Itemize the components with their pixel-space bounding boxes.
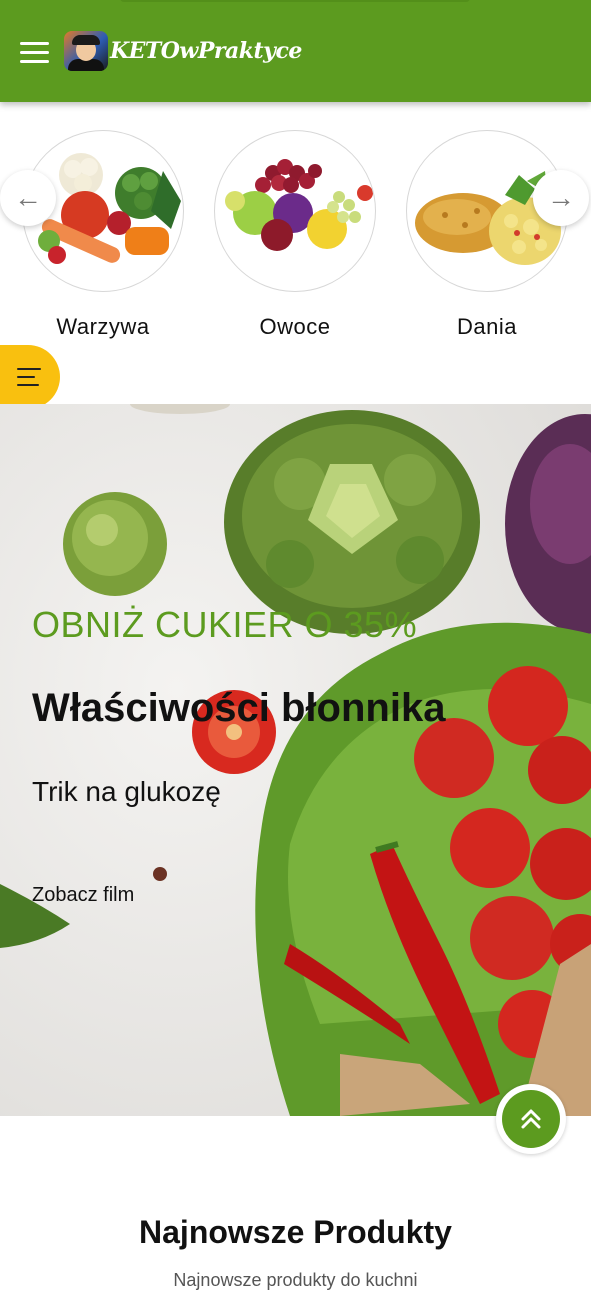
hamburger-icon[interactable] <box>20 40 50 66</box>
announcement-strip <box>120 0 470 2</box>
fruits-image <box>214 130 376 292</box>
hero-background-image <box>0 404 591 1116</box>
category-item-owoce[interactable]: Owoce <box>213 130 377 340</box>
category-label: Owoce <box>259 314 331 339</box>
category-item-dania[interactable]: Dania <box>405 130 569 340</box>
top-bar: KETOwPraktyce <box>0 0 591 102</box>
category-carousel: Warzywa Owoce Dania ← → <box>0 102 591 352</box>
hero-kicker: OBNIŻ CUKIER O 35% <box>32 604 418 645</box>
menu-lines-icon <box>17 367 41 387</box>
logo-avatar <box>64 31 108 71</box>
watch-video-link[interactable]: Zobacz film <box>32 884 134 907</box>
category-label: Dania <box>457 314 517 339</box>
hero-title: Właściwości błonnika <box>32 686 446 730</box>
section-subtitle: Najnowsze produkty do kuchni <box>173 1270 418 1290</box>
hero-banner: OBNIŻ CUKIER O 35% Właściwości błonnika … <box>0 404 591 1116</box>
logo-text: KETOwPraktyce <box>110 38 302 64</box>
hero-subtitle: Trik na glukozę <box>32 776 221 807</box>
category-label: Warzywa <box>56 314 150 339</box>
site-logo[interactable]: KETOwPraktyce <box>64 30 302 72</box>
scroll-to-top-button[interactable] <box>496 1084 566 1154</box>
arrow-left-icon[interactable]: ← <box>0 170 56 226</box>
section-title: Najnowsze Produkty <box>139 1214 452 1250</box>
arrow-right-icon[interactable]: → <box>533 170 589 226</box>
double-chevron-up-icon <box>521 1109 541 1129</box>
category-item-warzywa[interactable]: Warzywa <box>21 130 185 340</box>
side-menu-tab[interactable] <box>0 345 60 409</box>
